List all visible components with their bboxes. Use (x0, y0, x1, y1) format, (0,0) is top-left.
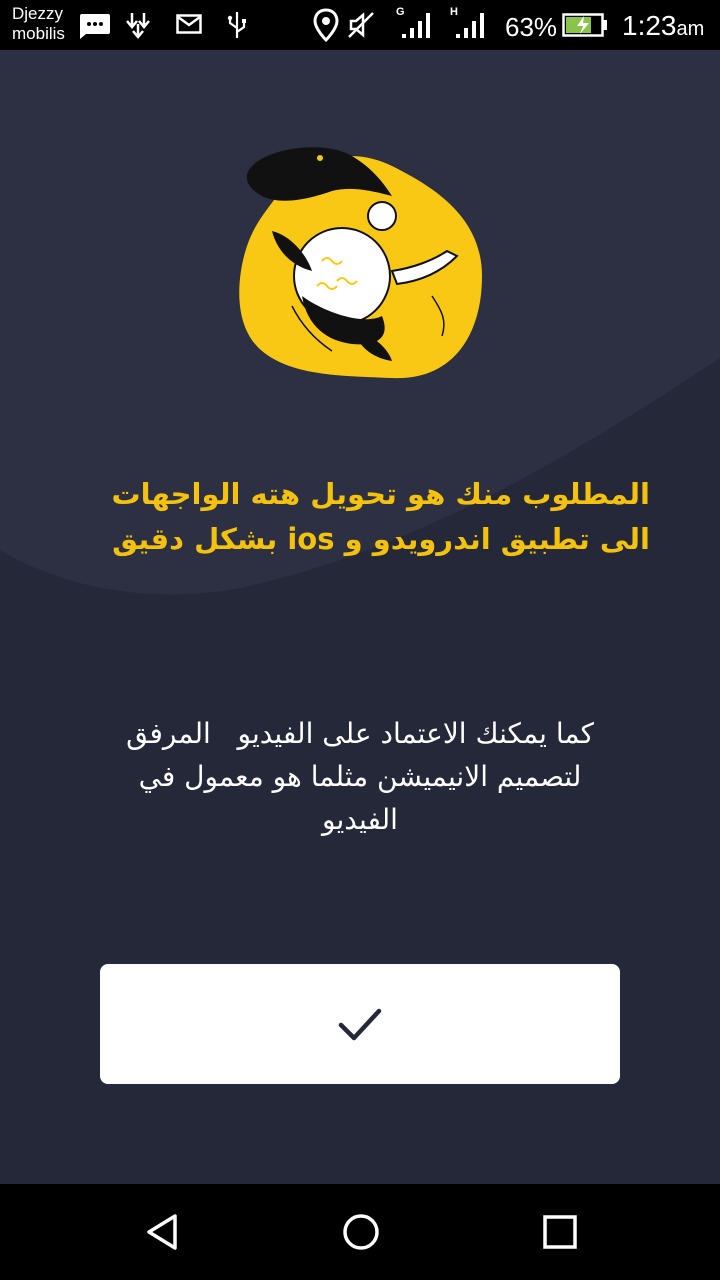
recents-icon (543, 1215, 577, 1249)
battery-percent: 63% (505, 12, 558, 42)
usb-icon (227, 12, 246, 38)
clock-suffix: am (676, 18, 705, 40)
status-bar: Djezzy mobilis G H 63% 1:23am (0, 0, 720, 50)
headline-line: المطلوب منك هو تحويل هته الواجهات (111, 477, 650, 511)
home-button[interactable] (333, 1204, 389, 1260)
messages-icon (80, 14, 110, 39)
home-icon (343, 1214, 379, 1250)
navigation-bar (0, 1184, 720, 1280)
recents-button[interactable] (532, 1204, 588, 1260)
carrier-label: Djezzy mobilis (12, 4, 65, 44)
mail-icon (176, 14, 202, 34)
checkmark-icon (338, 1008, 382, 1041)
clock: 1:23am (622, 10, 704, 42)
back-icon (147, 1214, 177, 1250)
back-button[interactable] (134, 1204, 190, 1260)
onboarding-screen: Djezzy mobilis G H 63% 1:23am المطلوب من… (0, 0, 720, 1280)
carrier-name: Djezzy (12, 4, 64, 23)
headline-line: الى تطبيق اندرويدو و ios بشكل دقيق (112, 522, 650, 556)
headline: المطلوب منك هو تحويل هته الواجهات الى تط… (60, 472, 650, 562)
signal-icon (402, 13, 430, 38)
clock-time: 1:23 (622, 10, 677, 41)
location-icon (313, 8, 339, 42)
carrier-subname: mobilis (12, 24, 65, 43)
confirm-button[interactable] (100, 964, 620, 1084)
signal-icon (456, 13, 484, 38)
mute-icon (348, 12, 374, 38)
illustration-woman-floating (239, 147, 482, 379)
download-icon (126, 13, 150, 39)
battery-charging-icon (562, 13, 607, 37)
description-text: كما يمكنك الاعتماد على الفيديو المرفق لت… (126, 717, 594, 836)
